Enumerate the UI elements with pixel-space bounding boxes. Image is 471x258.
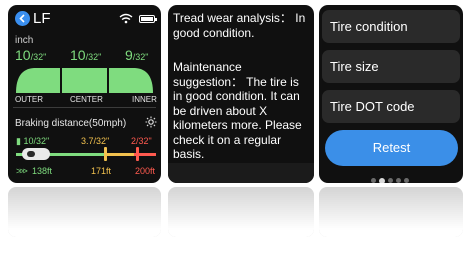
- brake-depth-bad: 2/32": [131, 136, 152, 146]
- position-label-inner: INNER: [132, 95, 157, 104]
- maintenance-suggestion-text: Maintenance suggestion： The tire is in g…: [173, 60, 302, 161]
- back-button[interactable]: [15, 11, 30, 26]
- reflection-right: [319, 187, 463, 237]
- page-dot[interactable]: [404, 178, 409, 183]
- bad-marker: [136, 147, 139, 161]
- sun-icon[interactable]: [145, 116, 157, 128]
- page-dot[interactable]: [371, 178, 376, 183]
- tread-depth-screen: LF inch 10/32" 10/32" 9/32" OUTER CENTER…: [8, 5, 161, 183]
- inner-depth-value: 9/32": [125, 47, 149, 63]
- position-label-center: CENTER: [70, 95, 103, 104]
- unit-label: inch: [15, 35, 34, 46]
- distance-bad: 200ft: [135, 166, 156, 176]
- page-dot[interactable]: [388, 178, 393, 183]
- chevron-left-icon: [19, 14, 25, 23]
- tread-profile-graphic: [16, 67, 153, 93]
- wifi-icon: [119, 13, 133, 24]
- position-label-outer: OUTER: [15, 95, 43, 104]
- outer-depth-value: 10/32": [15, 47, 47, 63]
- menu-item-tire-condition[interactable]: Tire condition: [322, 10, 460, 43]
- divider: [13, 107, 156, 108]
- retest-button[interactable]: Retest: [325, 130, 458, 166]
- analysis-screen: Tread wear analysis： In good condition. …: [168, 5, 314, 183]
- distance-warn: 171ft: [91, 166, 112, 176]
- brake-depth-warn: 3.7/32": [81, 136, 110, 146]
- wear-analysis-text: Tread wear analysis： In good condition.: [173, 11, 306, 40]
- car-icon: [22, 148, 50, 160]
- reflection-middle: [168, 187, 314, 237]
- reflection-left: [8, 187, 161, 237]
- distance-good: 138ft: [32, 166, 53, 176]
- page-dot-active[interactable]: [379, 177, 385, 183]
- chevrons-icon: >>>: [16, 166, 28, 176]
- brake-depth-good: ▮ 10/32": [16, 136, 50, 146]
- menu-item-tire-size[interactable]: Tire size: [322, 50, 460, 83]
- braking-distance-title: Braking distance(50mph): [15, 118, 127, 129]
- tire-position-title: LF: [33, 10, 51, 27]
- warn-marker: [104, 147, 107, 161]
- scroll-fade: [168, 163, 314, 183]
- menu-item-tire-dot-code[interactable]: Tire DOT code: [322, 90, 460, 123]
- menu-screen: Tire condition Tire size Tire DOT code R…: [319, 5, 463, 183]
- battery-icon: [139, 15, 157, 23]
- status-bar: LF: [15, 11, 158, 27]
- page-dot[interactable]: [396, 178, 401, 183]
- center-depth-value: 10/32": [70, 47, 102, 63]
